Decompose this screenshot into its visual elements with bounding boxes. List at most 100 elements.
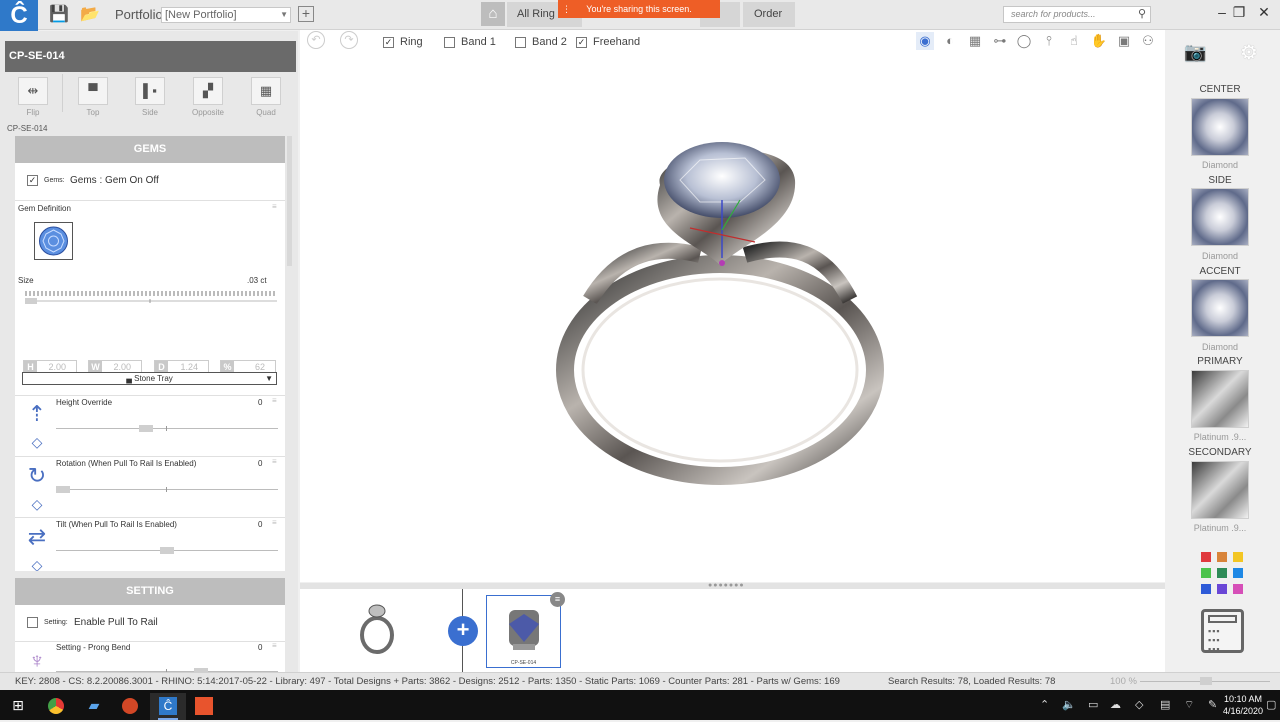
secondary-platinum-swatch[interactable] (1191, 461, 1249, 519)
app-logo-icon[interactable]: Ĉ (0, 0, 38, 32)
battery-icon[interactable]: ▭ (1088, 698, 1098, 711)
menu-icon[interactable]: ≡ (272, 457, 277, 466)
home-button[interactable]: ⌂ (481, 2, 505, 26)
color-swatch[interactable] (1233, 584, 1243, 594)
maximize-button[interactable]: ❐ (1220, 4, 1246, 21)
calculator-icon[interactable]: ▪▪▪ ▪▪▪ ▪▪▪ (1201, 609, 1244, 654)
environment-icon[interactable]: ◐ (941, 32, 959, 50)
accent-diamond-swatch[interactable] (1191, 279, 1249, 337)
color-swatch[interactable] (1201, 568, 1211, 578)
scrollbar[interactable] (287, 136, 292, 266)
ring-size-icon[interactable]: ◯ (1015, 32, 1033, 50)
breadcrumb-order[interactable]: Order (743, 2, 795, 27)
file-explorer-icon[interactable]: ▰ (76, 693, 112, 720)
color-swatch[interactable] (1217, 552, 1227, 562)
countersketch-app-icon[interactable]: Ĉ (150, 693, 186, 720)
gems-on-off-checkbox[interactable]: ✓ (27, 175, 38, 186)
camera-icon[interactable]: 📷 (1184, 42, 1206, 63)
redo-icon[interactable]: ↷ (340, 31, 358, 49)
menu-icon[interactable]: ≡ (272, 518, 277, 527)
band2-checkbox[interactable] (515, 36, 526, 48)
color-swatch[interactable] (1217, 584, 1227, 594)
band2-toggle[interactable]: Band 2 (515, 36, 567, 48)
menu-icon[interactable]: ≡ (272, 641, 277, 650)
person-icon[interactable]: ⚇ (1139, 32, 1157, 50)
gear-icon[interactable]: ⚙ (1240, 40, 1258, 65)
view-top-button[interactable]: ▀ Top (76, 77, 110, 117)
notification-icon[interactable]: ▢ (1266, 698, 1276, 711)
menu-icon[interactable]: ≡ (272, 202, 277, 211)
stone-tray-select[interactable]: ▄ Stone Tray ▼ (22, 372, 277, 385)
save-icon[interactable]: 💾 (49, 6, 69, 24)
chrome-icon[interactable] (38, 693, 74, 720)
color-swatch[interactable] (1217, 568, 1227, 578)
freehand-checkbox[interactable]: ✓ (576, 36, 587, 48)
rotation-thumb[interactable] (56, 486, 70, 493)
enable-pull-to-rail-checkbox[interactable] (27, 617, 38, 628)
shaded-view-icon[interactable]: ◉ (916, 32, 934, 50)
network-icon[interactable]: ▤ (1160, 698, 1170, 711)
view-quad-button[interactable]: ▦ Quad (249, 77, 283, 117)
setting-section-header[interactable]: SETTING (15, 578, 285, 605)
screen-share-app-icon[interactable] (186, 693, 222, 720)
clock[interactable]: 10:10 AM 4/16/2020 (1222, 693, 1264, 717)
color-swatch[interactable] (1233, 552, 1243, 562)
height-override-thumb[interactable] (139, 425, 153, 432)
rotation-slider[interactable] (56, 489, 278, 490)
search-icon[interactable]: ⚲ (1138, 7, 1146, 22)
pin-icon[interactable]: ⫯ (1040, 32, 1058, 50)
selected-design-thumbnail[interactable]: CP-SE-014 ≡ (486, 592, 565, 668)
height-override-slider[interactable] (56, 428, 278, 429)
band1-toggle[interactable]: Band 1 (444, 36, 496, 48)
3d-viewport[interactable]: ↶ ↷ ✓ Ring Band 1 Band 2 ✓ Freehand ◉ ◐ ▦ … (300, 30, 1165, 582)
finger-icon[interactable]: ☝ (1065, 32, 1083, 50)
hand-pan-icon[interactable]: ✋ (1090, 32, 1108, 50)
center-diamond-swatch[interactable] (1191, 98, 1249, 156)
resize-grip-icon[interactable]: ●●●●●●● (708, 582, 745, 589)
menu-icon[interactable]: ≡ (272, 396, 277, 405)
ring-toggle[interactable]: ✓ Ring (383, 36, 423, 48)
gems-section-header[interactable]: GEMS (15, 136, 285, 163)
color-swatch[interactable] (1201, 552, 1211, 562)
powerpoint-icon[interactable] (112, 693, 148, 720)
windows-start-icon[interactable]: ⊞ (0, 693, 36, 720)
close-button[interactable]: ✕ (1254, 4, 1274, 21)
round-gem-icon (39, 226, 68, 256)
size-slider[interactable] (25, 291, 277, 305)
onedrive-icon[interactable]: ☁ (1110, 698, 1121, 711)
freehand-toggle[interactable]: ✓ Freehand (576, 36, 640, 48)
portfolio-select-value: [New Portfolio] (165, 9, 237, 21)
pen-icon[interactable]: ✎ (1208, 698, 1217, 711)
zoom-slider-thumb[interactable] (1200, 677, 1212, 685)
measure-icon[interactable]: ⊶ (991, 32, 1009, 50)
chevron-up-icon[interactable]: ⌃ (1040, 698, 1049, 711)
color-swatch[interactable] (1201, 584, 1211, 594)
image-export-icon[interactable]: ▣ (1115, 32, 1133, 50)
ring-checkbox[interactable]: ✓ (383, 36, 394, 48)
open-folder-icon[interactable]: 📂 (80, 6, 100, 24)
portfolio-select[interactable]: [New Portfolio] ▼ (161, 7, 291, 23)
add-design-button[interactable]: + (448, 616, 478, 646)
dropbox-icon[interactable]: ◇ (1135, 698, 1143, 711)
side-diamond-swatch[interactable] (1191, 188, 1249, 246)
color-swatch[interactable] (1233, 568, 1243, 578)
wifi-icon[interactable]: ⌔ (1184, 698, 1194, 712)
settings-scroll-area[interactable]: GEMS ✓ Gems: Gems : Gem On Off Gem Defin… (15, 136, 285, 681)
view-flip-button[interactable]: ⇹ Flip (16, 77, 50, 117)
gem-shape-button[interactable] (34, 222, 73, 260)
ring-render[interactable] (550, 130, 910, 490)
tilt-thumb[interactable] (160, 547, 174, 554)
thumbnail-menu-icon[interactable]: ≡ (550, 592, 565, 607)
view-side-button[interactable]: ▌▪ Side (133, 77, 167, 117)
grid-icon[interactable]: ▦ (966, 32, 984, 50)
band1-checkbox[interactable] (444, 36, 455, 48)
ring-toggle-label: Ring (400, 36, 423, 48)
volume-icon[interactable]: 🔈 (1062, 698, 1076, 711)
primary-platinum-swatch[interactable] (1191, 370, 1249, 428)
product-search-input[interactable]: search for products... ⚲ (1003, 6, 1151, 23)
undo-icon[interactable]: ↶ (307, 31, 325, 49)
ring-thumbnail[interactable] (355, 601, 400, 656)
view-opposite-button[interactable]: ▞ Opposite (191, 77, 225, 117)
add-portfolio-button[interactable]: + (298, 6, 314, 22)
drag-handle-icon[interactable]: ⋮ (562, 0, 571, 18)
